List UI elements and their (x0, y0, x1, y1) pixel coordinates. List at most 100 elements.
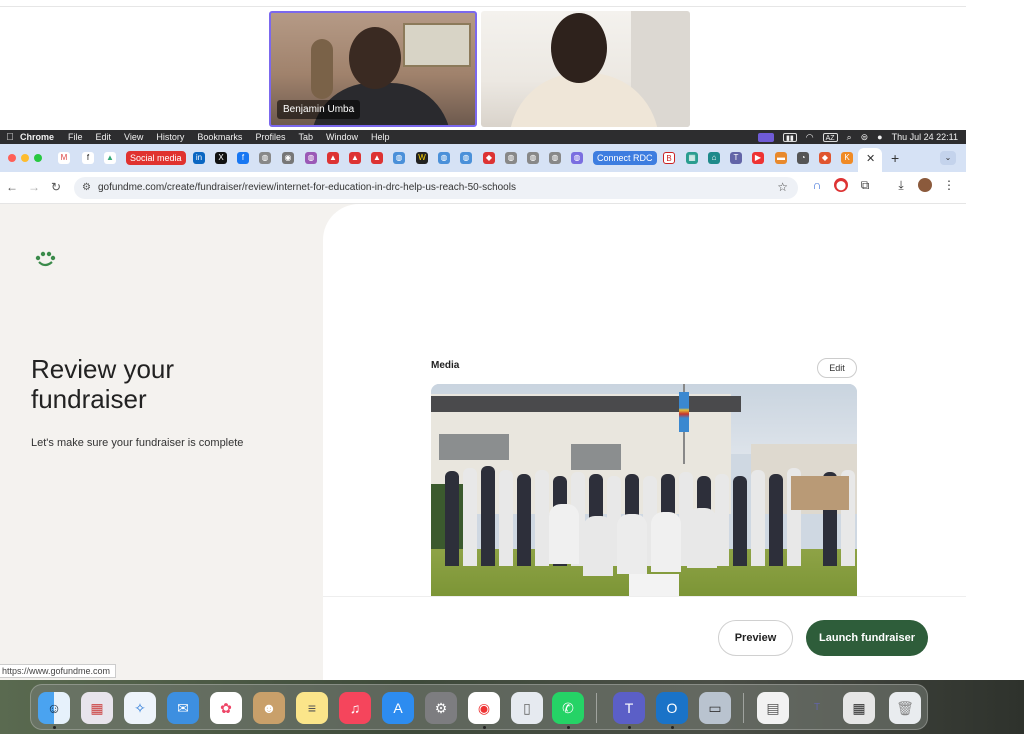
tab-site-icon[interactable]: ▦ (686, 152, 698, 164)
tab-group-social-media[interactable]: Social media (126, 151, 186, 165)
tab-linkedin-icon[interactable]: in (193, 152, 205, 164)
extension-badge-icon[interactable]: ⬤ (834, 178, 848, 192)
profile-avatar[interactable] (918, 178, 932, 192)
reload-icon[interactable]: ↻ (51, 180, 61, 194)
photo-student (733, 476, 747, 566)
tab-facebook-icon[interactable]: f (237, 152, 249, 164)
bookmark-star-icon[interactable]: ☆ (777, 180, 788, 194)
trash-icon[interactable]: 🗑 (889, 692, 921, 724)
finder-icon[interactable]: ☺ (38, 692, 70, 724)
menu-app-name[interactable]: Chrome (20, 132, 54, 142)
iphone-mirroring-icon[interactable]: ▯ (511, 692, 543, 724)
menu-help[interactable]: Help (371, 132, 390, 142)
menu-edit[interactable]: Edit (96, 132, 112, 142)
tab-site-icon[interactable]: ▲ (349, 152, 361, 164)
menu-tab[interactable]: Tab (298, 132, 313, 142)
contacts-icon[interactable]: ☻ (253, 692, 285, 724)
tab-site-icon[interactable]: ◍ (438, 152, 450, 164)
tab-site-icon[interactable]: ◉ (282, 152, 294, 164)
tab-gmail-icon[interactable]: M (58, 152, 70, 164)
zoom-window-icon[interactable] (34, 154, 42, 162)
input-source-icon[interactable]: AZ (822, 132, 838, 142)
gofundme-logo-icon[interactable] (34, 250, 56, 270)
minimized-window-icon[interactable]: ▤ (757, 692, 789, 724)
tab-x-icon[interactable]: X (215, 152, 227, 164)
launchpad-icon[interactable]: ▦ (81, 692, 113, 724)
menu-profiles[interactable]: Profiles (255, 132, 285, 142)
tab-site-icon[interactable]: ◍ (305, 152, 317, 164)
back-icon[interactable]: ← (6, 180, 18, 194)
site-info-icon[interactable]: ⚙ (82, 182, 91, 193)
tab-site-icon[interactable]: ⌂ (708, 152, 720, 164)
participant-tile-2[interactable] (481, 11, 690, 127)
menu-history[interactable]: History (156, 132, 184, 142)
menu-bookmarks[interactable]: Bookmarks (197, 132, 242, 142)
photo-kneeling-student (549, 504, 579, 564)
url-text[interactable]: gofundme.com/create/fundraiser/review/in… (98, 182, 516, 193)
apple-menu-icon[interactable]:  (0, 132, 20, 143)
downloads-icon[interactable]: ⤓ (894, 178, 908, 192)
launch-fundraiser-button[interactable]: Launch fundraiser (806, 620, 928, 656)
tab-globe-icon[interactable]: ◍ (505, 152, 517, 164)
safari-icon[interactable]: ✧ (124, 692, 156, 724)
minimized-teams-icon[interactable]: T (801, 692, 833, 724)
siri-icon[interactable]: ● (877, 132, 882, 142)
photos-icon[interactable]: ✿ (210, 692, 242, 724)
preview-app-icon[interactable]: ▭ (699, 692, 731, 724)
minimize-window-icon[interactable] (21, 154, 29, 162)
tab-search-icon[interactable]: ⌄ (940, 151, 956, 165)
tab-site-icon[interactable]: ◆ (819, 152, 831, 164)
photo-student (463, 468, 477, 566)
menu-window[interactable]: Window (326, 132, 358, 142)
tab-site-icon[interactable]: ▲ (371, 152, 383, 164)
tab-teams-icon[interactable]: T (730, 152, 742, 164)
edit-media-button[interactable]: Edit (817, 358, 857, 378)
whatsapp-icon[interactable]: ✆ (552, 692, 584, 724)
teams-icon[interactable]: T (613, 692, 645, 724)
system-settings-icon[interactable]: ⚙ (425, 692, 457, 724)
battery-icon[interactable]: ▮▮ (783, 132, 797, 142)
menu-view[interactable]: View (124, 132, 143, 142)
tab-site-icon[interactable]: W (416, 152, 428, 164)
tab-site-icon[interactable]: ◍ (571, 152, 583, 164)
close-tab-icon[interactable]: ✕ (866, 152, 875, 165)
tab-site-icon[interactable]: ▬ (775, 152, 787, 164)
app-store-icon[interactable]: A (382, 692, 414, 724)
preview-button[interactable]: Preview (718, 620, 793, 656)
tab-site-icon[interactable]: ◆ (483, 152, 495, 164)
close-window-icon[interactable] (8, 154, 16, 162)
more-menu-icon[interactable]: ⋮ (942, 178, 956, 192)
tab-drive-icon[interactable]: ▲ (104, 152, 116, 164)
extension-arc-icon[interactable]: ∩ (810, 178, 824, 192)
tab-site-icon[interactable]: ▲ (327, 152, 339, 164)
screen-share-icon[interactable] (758, 132, 775, 142)
tab-site-icon[interactable]: ◔ (797, 152, 809, 164)
tab-site-icon[interactable]: ◍ (460, 152, 472, 164)
wifi-icon[interactable]: ◠ (806, 132, 814, 143)
chrome-icon[interactable]: ◉ (468, 692, 500, 724)
notes-icon[interactable]: ≡ (296, 692, 328, 724)
forward-icon[interactable]: → (28, 180, 40, 194)
menu-clock[interactable]: Thu Jul 24 22:11 (892, 132, 958, 142)
new-tab-icon[interactable]: + (891, 150, 899, 166)
url-input[interactable]: ⚙ gofundme.com/create/fundraiser/review/… (74, 177, 798, 199)
fundraiser-cover-photo[interactable] (431, 384, 857, 596)
tab-site-icon[interactable]: ◍ (393, 152, 405, 164)
tab-youtube-icon[interactable]: ▶ (752, 152, 764, 164)
control-center-icon[interactable]: ⊜ (861, 132, 869, 143)
spotlight-search-icon[interactable]: ⌕ (847, 132, 852, 143)
tab-globe-icon[interactable]: ◍ (549, 152, 561, 164)
minimized-window-icon[interactable]: ▦ (843, 692, 875, 724)
extensions-puzzle-icon[interactable]: ⧉ (858, 178, 872, 192)
tab-group-connect-rdc[interactable]: Connect RDC (593, 151, 657, 165)
music-icon[interactable]: ♫ (339, 692, 371, 724)
tab-globe-icon[interactable]: ◍ (527, 152, 539, 164)
tab-f-icon[interactable]: f (82, 152, 94, 164)
tab-site-icon[interactable]: B (663, 152, 675, 164)
mail-icon[interactable]: ✉ (167, 692, 199, 724)
participant-tile-1[interactable]: Benjamin Umba (269, 11, 477, 127)
menu-file[interactable]: File (68, 132, 83, 142)
tab-globe-icon[interactable]: ◍ (259, 152, 271, 164)
tab-site-icon[interactable]: K (841, 152, 853, 164)
outlook-icon[interactable]: O (656, 692, 688, 724)
